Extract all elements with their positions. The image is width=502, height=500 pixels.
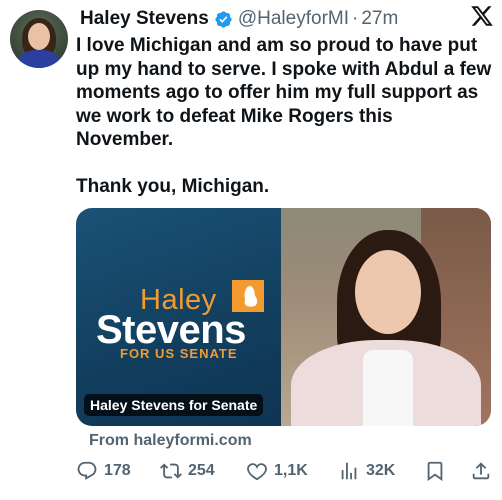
bookmark-button[interactable]	[424, 458, 452, 484]
bookmark-icon	[427, 461, 443, 482]
reply-count: 178	[104, 462, 131, 479]
share-icon	[472, 462, 490, 480]
link-card[interactable]: Haley Stevens FOR US SENATE Haley Steven…	[76, 208, 491, 426]
avatar[interactable]	[10, 10, 68, 68]
avatar-body	[18, 50, 60, 68]
reply-button[interactable]: 178	[76, 458, 131, 484]
verified-icon	[215, 10, 232, 28]
separator-dot: ·	[352, 8, 359, 29]
repost-count: 254	[188, 462, 215, 479]
card-logo-subtitle: FOR US SENATE	[120, 346, 238, 361]
x-logo-icon[interactable]	[470, 4, 494, 28]
views-icon	[341, 462, 357, 480]
action-bar: 178 254 1,1K 32K	[76, 458, 494, 484]
author-name[interactable]: Haley Stevens	[80, 8, 209, 30]
repost-icon	[160, 463, 182, 479]
like-button[interactable]: 1,1K	[246, 458, 308, 484]
photo-face	[355, 250, 421, 334]
author-handle[interactable]: @HaleyforMI	[238, 8, 349, 30]
views-button[interactable]: 32K	[338, 458, 395, 484]
timestamp[interactable]: 27m	[361, 8, 398, 30]
card-title-label: Haley Stevens for Senate	[84, 394, 264, 416]
avatar-face	[28, 23, 50, 50]
tweet-header: Haley Stevens @HaleyforMI · 27m	[80, 6, 492, 32]
repost-button[interactable]: 254	[160, 458, 215, 484]
tweet-text: I love Michigan and am so proud to have …	[76, 35, 492, 197]
reply-icon	[77, 461, 97, 480]
card-photo	[281, 208, 491, 426]
views-count: 32K	[366, 462, 396, 479]
like-count: 1,1K	[274, 462, 308, 479]
card-source-link[interactable]: From haleyformi.com	[89, 432, 252, 450]
photo-shirt	[363, 350, 413, 426]
share-button[interactable]	[470, 458, 498, 484]
like-icon	[247, 463, 267, 481]
